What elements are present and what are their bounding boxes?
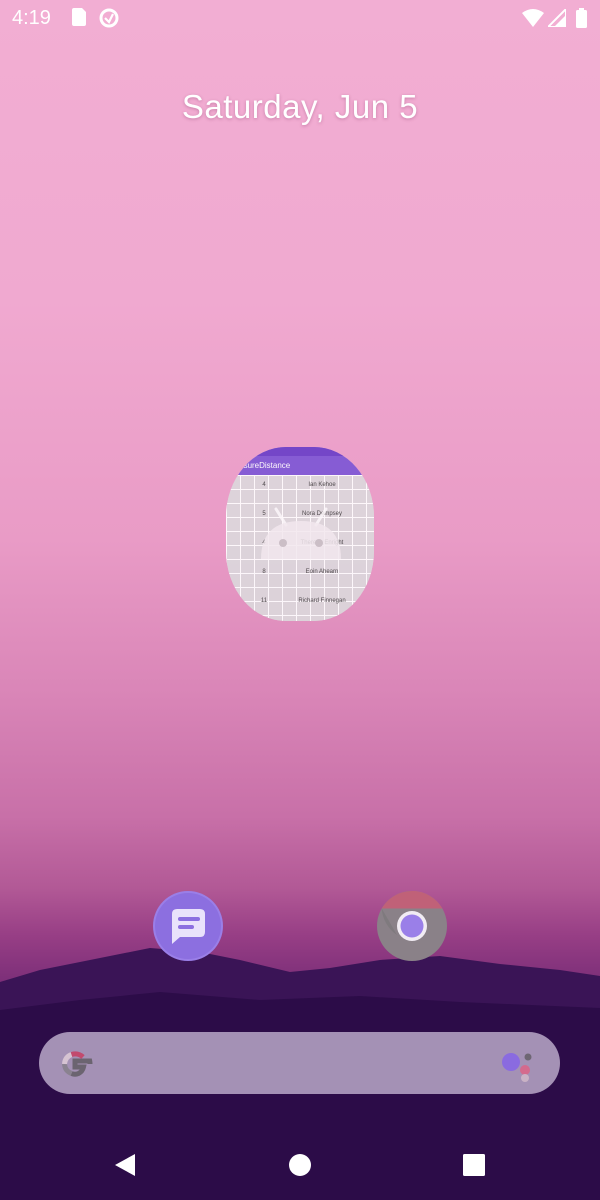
list-item: 8 Eoin Ahearn [226, 569, 374, 581]
sd-card-icon [72, 8, 86, 31]
back-triangle-icon [115, 1154, 135, 1176]
messages-app-icon[interactable] [152, 890, 224, 962]
data-saver-icon [98, 7, 120, 34]
status-bar: 4:19 [0, 0, 600, 36]
home-date[interactable]: Saturday, Jun 5 [0, 88, 600, 126]
back-button[interactable] [113, 1152, 139, 1178]
app-preview-title: MeasureDistance [228, 461, 291, 470]
battery-icon [576, 8, 587, 33]
google-assistant-icon[interactable] [501, 1048, 539, 1082]
home-button[interactable] [287, 1152, 313, 1178]
list-item-number: 8 [262, 569, 266, 575]
list-item-number: 11 [260, 598, 268, 604]
wifi-icon [522, 9, 544, 32]
chrome-icon [377, 891, 447, 961]
recents-button[interactable] [461, 1152, 487, 1178]
chrome-app-icon[interactable] [376, 890, 448, 962]
app-preview-statusbar [226, 447, 374, 456]
list-item-name: Richard Finnegan [298, 598, 346, 604]
home-circle-icon [289, 1154, 311, 1176]
list-item: 11 Richard Finnegan [226, 598, 374, 610]
google-g-icon[interactable] [57, 1046, 93, 1082]
android-robot-icon [261, 507, 341, 559]
cellular-signal-icon [545, 6, 567, 32]
list-item-name: Ian Kehoe [308, 482, 336, 488]
list-item: 4 Ian Kehoe [226, 482, 374, 494]
messages-icon [153, 891, 223, 961]
app-launch-preview[interactable]: MeasureDistance 4 Ian Kehoe 5 Nora Demps… [226, 447, 374, 621]
list-item-number: 4 [262, 482, 266, 488]
google-search-bar[interactable] [39, 1032, 560, 1094]
list-item-name: Eoin Ahearn [305, 569, 339, 575]
status-time: 4:19 [12, 7, 51, 29]
recents-square-icon [463, 1154, 485, 1176]
